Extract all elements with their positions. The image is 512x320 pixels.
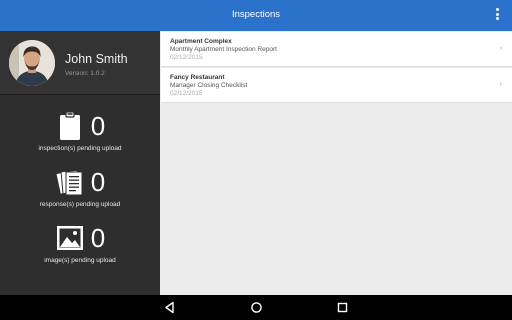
inspection-subtitle: Manager Closing Checklist [170,82,248,89]
sidebar: John Smith Version: 1.0.2 0 inspection(s… [0,31,160,295]
home-icon[interactable] [250,301,263,314]
responses-pending-stat: 0 response(s) pending upload [0,166,160,208]
user-profile: John Smith Version: 1.0.2 [0,31,160,95]
system-nav-bar [0,295,512,320]
inspection-list: Apartment Complex Monthly Apartment Insp… [160,31,512,295]
inspection-title: Apartment Complex [170,38,232,45]
inspections-pending-label: inspection(s) pending upload [38,145,122,152]
overflow-menu-icon[interactable] [495,8,499,20]
inspection-subtitle: Monthly Apartment Inspection Report [170,46,277,53]
images-pending-stat: 0 image(s) pending upload [0,222,160,264]
inspection-title: Fancy Restaurant [170,74,225,81]
recents-icon[interactable] [336,301,349,314]
responses-pending-label: response(s) pending upload [39,201,121,208]
chevron-right-icon: › [499,81,502,88]
images-pending-count: 0 [90,223,106,253]
inspections-pending-count: 0 [90,111,106,141]
image-icon [56,226,83,250]
avatar [9,40,55,86]
inspection-date: 02/12/2015 [170,54,203,61]
inspection-item[interactable]: Apartment Complex Monthly Apartment Insp… [161,32,512,67]
documents-icon [55,169,83,196]
inspection-date: 02/12/2015 [170,90,203,97]
app-version: Version: 1.0.2 [65,70,105,77]
page-title: Inspections [231,9,281,20]
chevron-right-icon: › [499,45,502,52]
inspection-item[interactable]: Fancy Restaurant Manager Closing Checkli… [161,68,512,103]
user-name: John Smith [65,52,128,66]
inspections-pending-stat: 0 inspection(s) pending upload [0,110,160,152]
clipboard-icon [59,111,80,140]
responses-pending-count: 0 [90,167,106,197]
back-icon[interactable] [163,301,176,314]
images-pending-label: image(s) pending upload [44,257,116,264]
app-bar: Inspections [0,0,512,31]
